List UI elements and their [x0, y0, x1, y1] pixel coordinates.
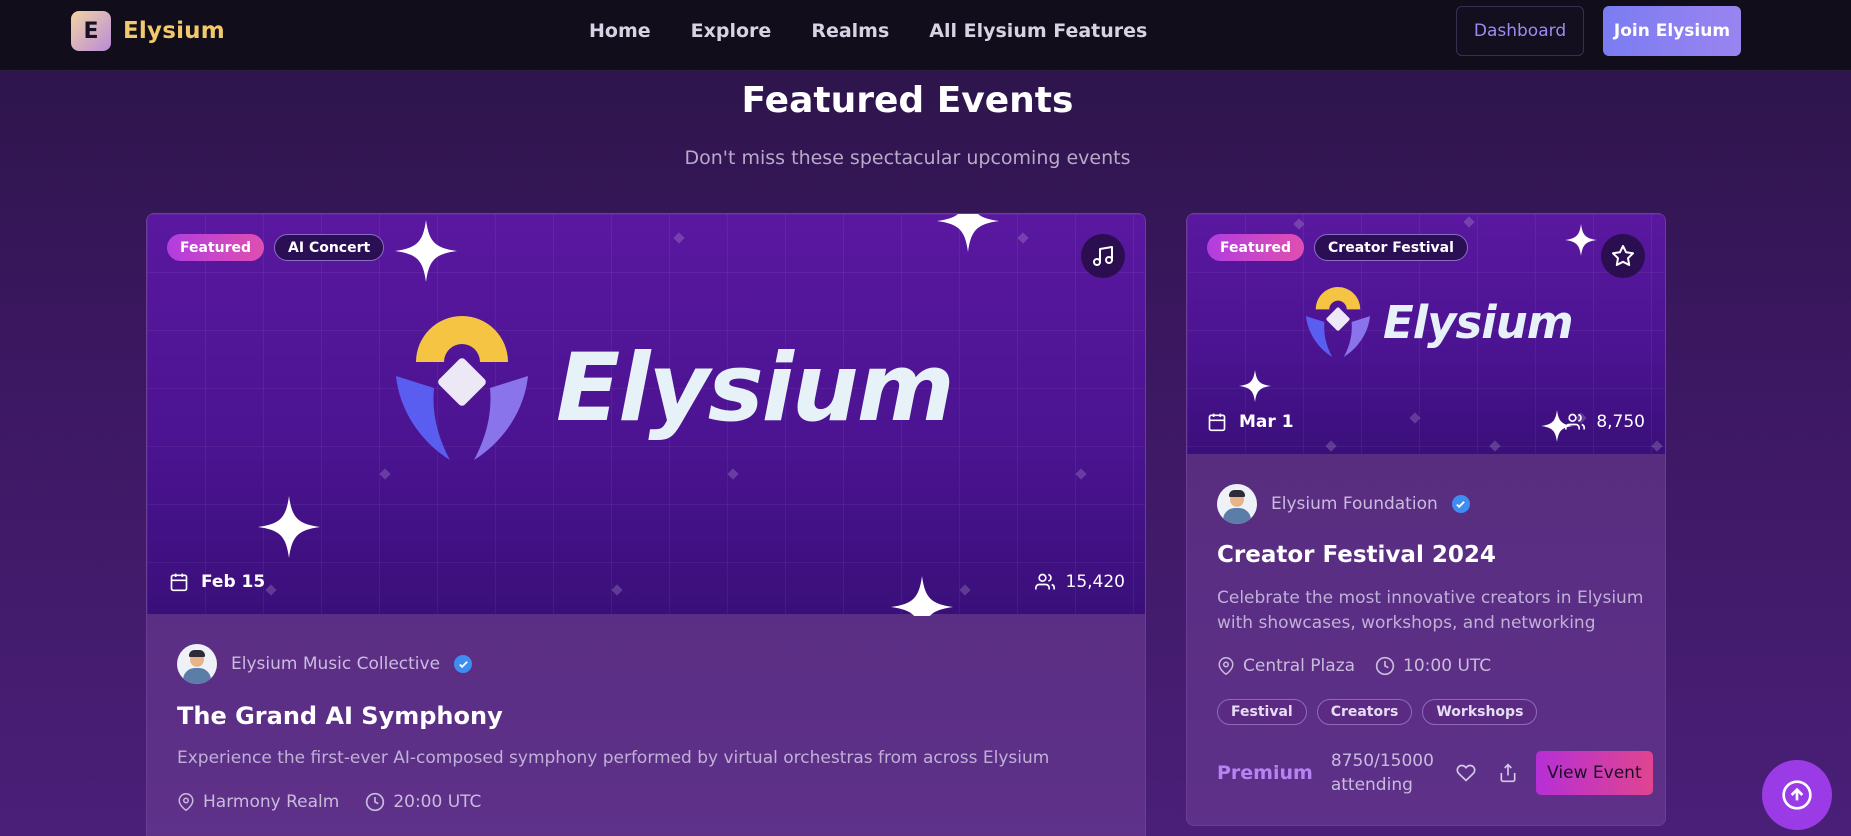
banner-logo: Elysium	[394, 314, 955, 462]
event-date: Feb 15	[169, 572, 265, 592]
event-footer: Premium 8750/15000 attending View Event	[1217, 749, 1653, 797]
arrow-up-circle-icon	[1782, 780, 1812, 810]
time-text: 10:00 UTC	[1403, 656, 1492, 676]
view-event-button[interactable]: View Event	[1535, 751, 1653, 795]
scroll-to-top-button[interactable]	[1762, 760, 1832, 830]
event-body: Elysium Foundation Creator Festival 2024…	[1187, 454, 1665, 825]
tag-creators[interactable]: Creators	[1316, 699, 1413, 725]
calendar-icon	[1208, 413, 1226, 432]
creator-name: Elysium Foundation	[1271, 494, 1438, 514]
category-pill: AI Concert	[274, 234, 385, 261]
location: Central Plaza	[1217, 656, 1355, 676]
sparkle-icon	[1565, 224, 1597, 256]
event-card-creator-festival[interactable]: Featured Creator Festival Elysium Mar 1 …	[1186, 213, 1666, 826]
event-title[interactable]: The Grand AI Symphony	[177, 702, 503, 730]
event-title[interactable]: Creator Festival 2024	[1217, 542, 1496, 568]
dashboard-button[interactable]: Dashboard	[1456, 6, 1584, 56]
event-date-text: Feb 15	[201, 572, 266, 592]
location-text: Central Plaza	[1243, 656, 1356, 676]
sparkle-icon	[1239, 370, 1271, 402]
event-meta: Harmony Realm 20:00 UTC	[177, 792, 481, 812]
banner-wordmark: Elysium	[1383, 295, 1574, 349]
creator-name: Elysium Music Collective	[231, 654, 441, 674]
clock-icon	[366, 792, 385, 812]
elysium-emblem-icon	[1305, 287, 1371, 357]
event-card-grand-ai-symphony[interactable]: Featured AI Concert Elysium Feb 15 15,42…	[146, 213, 1146, 836]
nav-link-all-features[interactable]: All Elysium Features	[929, 20, 1147, 42]
event-banner: Featured AI Concert Elysium Feb 15 15,42…	[147, 214, 1145, 616]
section-subtitle: Don't miss these spectacular upcoming ev…	[684, 147, 1131, 169]
sparkle-icon	[937, 214, 999, 252]
tag-workshops[interactable]: Workshops	[1422, 699, 1538, 725]
avatar	[177, 644, 217, 684]
attendee-count-text: 8,750	[1596, 412, 1645, 432]
elysium-emblem-icon	[396, 316, 528, 460]
event-date: Mar 1	[1207, 412, 1294, 432]
time: 10:00 UTC	[1375, 656, 1491, 676]
featured-pill: Featured	[1207, 234, 1305, 261]
attendee-count: 15,420	[1034, 572, 1125, 592]
event-tags: Festival Creators Workshops	[1217, 699, 1538, 725]
featured-pill: Featured	[167, 234, 265, 261]
category-pill: Creator Festival	[1314, 234, 1468, 261]
location-text: Harmony Realm	[203, 792, 340, 812]
event-description: Celebrate the most innovative creators i…	[1217, 588, 1644, 633]
event-pills: Featured AI Concert	[167, 234, 385, 261]
time-text: 20:00 UTC	[393, 792, 482, 812]
music-icon[interactable]	[1081, 234, 1125, 278]
clock-icon	[1375, 656, 1395, 676]
banner-wordmark: Elysium	[556, 333, 955, 443]
nav-link-home[interactable]: Home	[589, 20, 651, 42]
event-description: Experience the first-ever AI-composed sy…	[177, 748, 1050, 768]
top-navbar: E Elysium Home Explore Realms All Elysiu…	[0, 0, 1851, 71]
tier-label: Premium	[1217, 762, 1313, 784]
verified-icon	[454, 655, 473, 673]
logo-mark: E	[71, 11, 111, 51]
nav-link-explore[interactable]: Explore	[691, 20, 772, 42]
users-icon	[1034, 573, 1055, 590]
calendar-icon	[170, 573, 188, 592]
avatar	[1217, 484, 1257, 524]
map-pin-icon	[1218, 657, 1234, 676]
star-icon[interactable]	[1601, 234, 1645, 278]
nav-link-realms[interactable]: Realms	[811, 20, 889, 42]
sparkle-icon	[258, 496, 320, 558]
creator-row[interactable]: Elysium Foundation	[1217, 484, 1470, 524]
join-button[interactable]: Join Elysium	[1603, 6, 1741, 56]
share-icon[interactable]	[1498, 763, 1518, 783]
attending-info: 8750/15000 attending	[1331, 749, 1434, 797]
attending-count: 8750/15000	[1330, 751, 1434, 771]
event-pills: Featured Creator Festival	[1207, 234, 1468, 261]
users-icon	[1565, 413, 1586, 430]
map-pin-icon	[178, 793, 194, 812]
tag-festival[interactable]: Festival	[1217, 699, 1307, 725]
location: Harmony Realm	[177, 792, 339, 812]
attendee-count-text: 15,420	[1065, 572, 1125, 592]
time: 20:00 UTC	[365, 792, 481, 812]
event-banner: Featured Creator Festival Elysium Mar 1 …	[1187, 214, 1665, 454]
event-body: Elysium Music Collective The Grand AI Sy…	[147, 614, 1145, 836]
section-title: Featured Events	[741, 80, 1074, 121]
creator-row[interactable]: Elysium Music Collective	[177, 644, 473, 684]
event-meta: Central Plaza 10:00 UTC	[1217, 656, 1491, 676]
nav-links: Home Explore Realms All Elysium Features	[589, 20, 1147, 42]
logo[interactable]: E Elysium	[71, 11, 225, 51]
heart-icon[interactable]	[1456, 763, 1476, 783]
sparkle-icon	[891, 576, 953, 616]
attendee-count: 8,750	[1564, 412, 1645, 432]
verified-icon	[1451, 495, 1470, 513]
event-date-text: Mar 1	[1239, 412, 1294, 432]
attending-label: attending	[1330, 775, 1413, 795]
sparkle-icon	[395, 220, 457, 282]
logo-text: Elysium	[123, 18, 225, 44]
banner-logo: Elysium	[1305, 286, 1574, 358]
